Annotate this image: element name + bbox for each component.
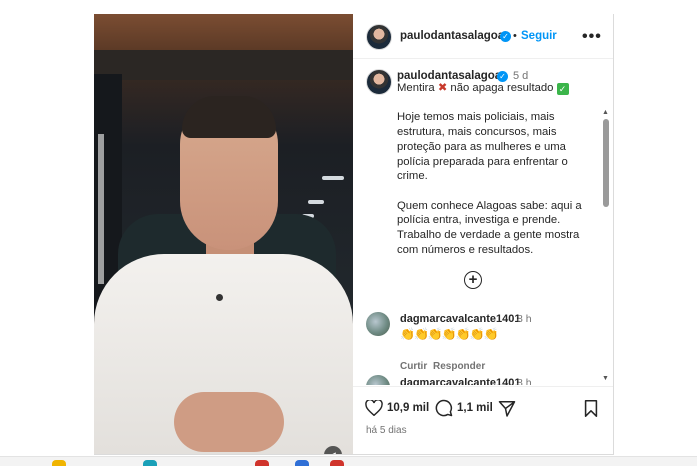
video-person-hands	[174, 392, 284, 452]
taskbar-app-icon[interactable]	[52, 460, 66, 466]
comments-scrollbar[interactable]	[603, 119, 609, 207]
ceiling-light	[322, 176, 344, 180]
load-more-comments-icon[interactable]: +	[464, 271, 482, 289]
taskbar-app-icon[interactable]	[330, 460, 344, 466]
post-sidebar: paulodantasalagoas ✓ • Seguir ••• paulod…	[353, 14, 613, 454]
share-icon[interactable]	[498, 400, 516, 417]
post-video[interactable]: ◂	[94, 14, 353, 454]
video-curtain	[98, 134, 104, 284]
comment-like-button[interactable]: Curtir	[400, 361, 427, 372]
taskbar-app-icon[interactable]	[295, 460, 309, 466]
scroll-down-arrow-icon[interactable]: ▼	[602, 375, 609, 382]
more-options-icon[interactable]: •••	[582, 28, 602, 46]
video-ceiling	[94, 14, 353, 50]
avatar[interactable]	[366, 24, 392, 50]
taskbar-app-icon[interactable]	[255, 460, 269, 466]
ceiling-light	[308, 200, 324, 204]
comment-text: 👏👏👏👏👏👏👏	[400, 327, 499, 341]
comments-pane[interactable]: paulodantasalagoas ✓ 5 d Mentira ✖ não a…	[353, 59, 613, 385]
scroll-up-arrow-icon[interactable]: ▲	[602, 109, 609, 116]
header-separator: •	[513, 30, 517, 42]
comment-avatar[interactable]	[366, 375, 390, 385]
comment-avatar[interactable]	[366, 312, 390, 336]
verified-badge-icon: ✓	[500, 31, 511, 42]
post-header: paulodantasalagoas ✓ • Seguir •••	[353, 14, 613, 59]
comment-reply-button[interactable]: Responder	[433, 361, 485, 372]
comments-count[interactable]: 1,1 mil	[457, 402, 493, 414]
comment-time: 8 h	[517, 377, 532, 385]
posted-time[interactable]: há 5 dias	[366, 425, 407, 436]
lapel-mic	[216, 294, 223, 301]
caption-line1-b: não apaga resultado	[447, 82, 557, 94]
caption-avatar[interactable]	[366, 69, 392, 95]
header-username[interactable]: paulodantasalagoas	[400, 30, 511, 42]
post-actions-bar: 10,9 mil 1,1 mil há 5 dias	[353, 386, 613, 455]
heart-icon[interactable]	[365, 400, 383, 416]
caption-text: Mentira ✖ não apaga resultado ✓ Hoje tem…	[397, 81, 593, 257]
post-dialog: ◂ paulodantasalagoas ✓ • Seguir ••• paul…	[94, 14, 614, 455]
video-person-hair	[182, 96, 276, 138]
caption-line1-a: Mentira	[397, 82, 438, 94]
taskbar-app-icon[interactable]	[143, 460, 157, 466]
comment-username[interactable]: dagmarcavalcante1401	[400, 313, 520, 325]
comment-username[interactable]: dagmarcavalcante1401	[400, 377, 520, 385]
bookmark-icon[interactable]	[584, 400, 598, 417]
caption-body: Hoje temos mais policiais, mais estrutur…	[397, 111, 582, 256]
cross-emoji-icon: ✖	[437, 82, 448, 94]
comment-time: 8 h	[517, 313, 532, 325]
video-wall	[94, 50, 353, 80]
comment-icon[interactable]	[435, 399, 453, 417]
likes-count[interactable]: 10,9 mil	[387, 402, 429, 414]
follow-button[interactable]: Seguir	[521, 30, 557, 42]
check-emoji-icon: ✓	[556, 83, 569, 95]
